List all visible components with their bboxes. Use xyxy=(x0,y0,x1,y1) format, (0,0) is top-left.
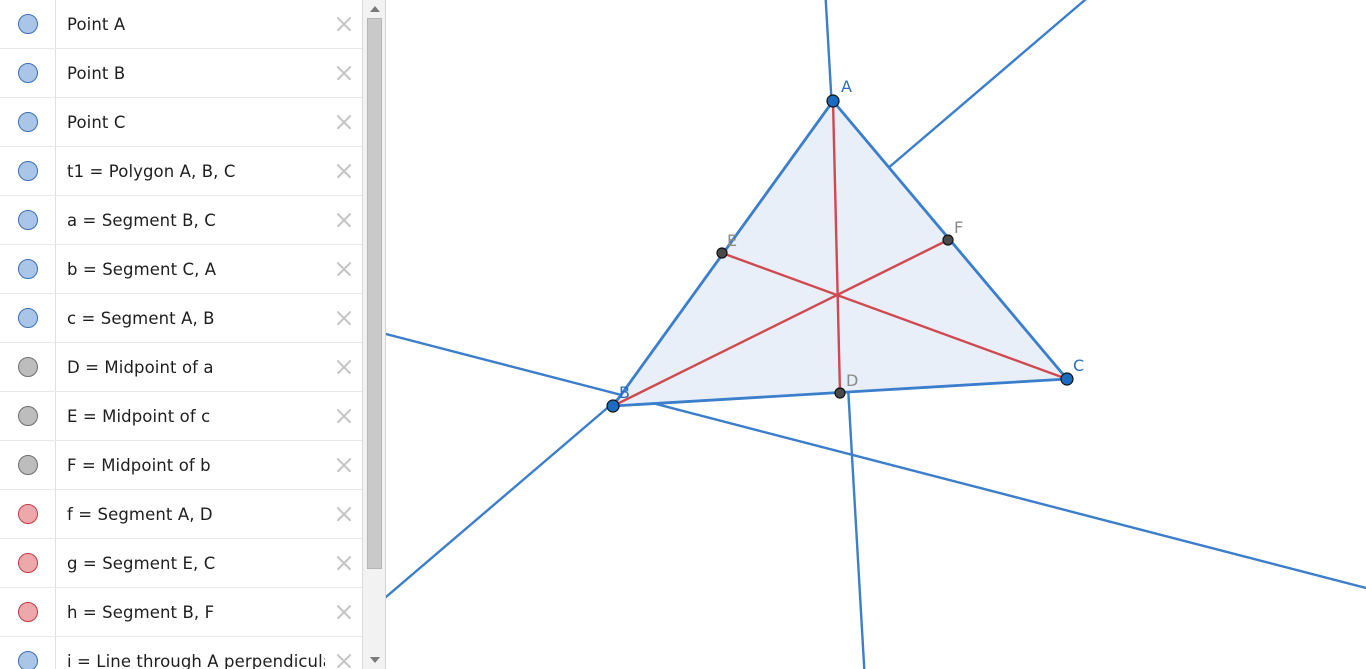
object-color-dot[interactable] xyxy=(17,161,38,181)
visibility-toggle-blue[interactable] xyxy=(0,294,56,342)
algebra-row[interactable]: E = Midpoint of c xyxy=(0,392,363,441)
point-D[interactable] xyxy=(834,387,846,399)
object-color-dot[interactable] xyxy=(17,406,38,426)
point-E[interactable] xyxy=(716,247,728,259)
close-icon[interactable] xyxy=(325,392,363,440)
visibility-toggle-gray[interactable] xyxy=(0,441,56,489)
algebra-row[interactable]: D = Midpoint of a xyxy=(0,343,363,392)
geometry-drawing[interactable]: A B C D E F xyxy=(386,0,1366,669)
close-icon[interactable] xyxy=(325,294,363,342)
algebra-view-sidebar: Point A Point B Point C t1 = Polygon A, B, … xyxy=(0,0,386,669)
point-F[interactable] xyxy=(942,234,954,246)
point-B[interactable] xyxy=(606,399,620,413)
algebra-rows-list[interactable]: Point A Point B Point C t1 = Polygon A, B, … xyxy=(0,0,363,669)
visibility-toggle-gray[interactable] xyxy=(0,392,56,440)
algebra-row-label: g = Segment E, C xyxy=(67,553,216,573)
sidebar-scrollbar[interactable] xyxy=(362,0,385,669)
visibility-toggle-blue[interactable] xyxy=(0,196,56,244)
close-icon[interactable] xyxy=(325,245,363,293)
algebra-row[interactable]: Point B xyxy=(0,49,363,98)
close-icon[interactable] xyxy=(325,147,363,195)
point-label-A: A xyxy=(841,77,852,96)
close-icon[interactable] xyxy=(325,0,363,48)
object-color-dot[interactable] xyxy=(17,259,38,279)
close-icon[interactable] xyxy=(325,98,363,146)
visibility-toggle-gray[interactable] xyxy=(0,343,56,391)
object-color-dot[interactable] xyxy=(17,455,38,475)
algebra-row-label: i = Line through A perpendicular to a xyxy=(67,651,325,669)
close-icon[interactable] xyxy=(325,588,363,636)
object-color-dot[interactable] xyxy=(17,14,38,34)
object-color-dot[interactable] xyxy=(17,553,38,573)
point-label-D: D xyxy=(846,371,858,390)
object-color-dot[interactable] xyxy=(17,504,38,524)
algebra-row-label: D = Midpoint of a xyxy=(67,357,214,377)
visibility-toggle-red[interactable] xyxy=(0,490,56,538)
close-icon[interactable] xyxy=(325,49,363,97)
algebra-row[interactable]: g = Segment E, C xyxy=(0,539,363,588)
algebra-row[interactable]: h = Segment B, F xyxy=(0,588,363,637)
point-C[interactable] xyxy=(1060,372,1074,386)
scrollbar-thumb[interactable] xyxy=(367,18,382,569)
point-label-E: E xyxy=(727,231,737,250)
object-color-dot[interactable] xyxy=(17,63,38,83)
scrollbar-track[interactable] xyxy=(363,18,385,651)
point-label-B: B xyxy=(619,383,630,402)
visibility-toggle-red[interactable] xyxy=(0,539,56,587)
visibility-toggle-red[interactable] xyxy=(0,588,56,636)
object-color-dot[interactable] xyxy=(17,602,38,622)
algebra-row-label: Point C xyxy=(67,112,126,132)
close-icon[interactable] xyxy=(325,196,363,244)
algebra-row-label: t1 = Polygon A, B, C xyxy=(67,161,236,181)
visibility-toggle-blue[interactable] xyxy=(0,147,56,195)
algebra-row-label: f = Segment A, D xyxy=(67,504,213,524)
close-icon[interactable] xyxy=(325,539,363,587)
visibility-toggle-blue[interactable] xyxy=(0,245,56,293)
algebra-row-label: b = Segment C, A xyxy=(67,259,217,279)
close-icon[interactable] xyxy=(325,490,363,538)
algebra-row-label: Point A xyxy=(67,14,126,34)
chevron-up-glyph xyxy=(369,6,380,12)
object-color-dot[interactable] xyxy=(17,651,38,669)
visibility-toggle-blue[interactable] xyxy=(0,0,56,48)
point-label-F: F xyxy=(954,218,963,237)
algebra-row[interactable]: Point C xyxy=(0,98,363,147)
close-icon[interactable] xyxy=(325,441,363,489)
algebra-row[interactable]: f = Segment A, D xyxy=(0,490,363,539)
visibility-toggle-blue[interactable] xyxy=(0,98,56,146)
algebra-row[interactable]: Point A xyxy=(0,0,363,49)
algebra-row-label: E = Midpoint of c xyxy=(67,406,211,426)
scroll-up-arrow-icon[interactable] xyxy=(363,0,385,18)
object-color-dot[interactable] xyxy=(17,112,38,132)
visibility-toggle-blue[interactable] xyxy=(0,49,56,97)
graphics-view-canvas[interactable]: A B C D E F xyxy=(386,0,1366,669)
algebra-row-label: c = Segment A, B xyxy=(67,308,215,328)
algebra-row-label: Point B xyxy=(67,63,126,83)
algebra-row[interactable]: a = Segment B, C xyxy=(0,196,363,245)
close-icon[interactable] xyxy=(325,343,363,391)
algebra-row[interactable]: i = Line through A perpendicular to a xyxy=(0,637,363,669)
close-icon[interactable] xyxy=(325,637,363,669)
algebra-row-label: F = Midpoint of b xyxy=(67,455,211,475)
object-color-dot[interactable] xyxy=(17,308,38,328)
chevron-down-glyph xyxy=(369,657,380,663)
geogebra-app: Point A Point B Point C t1 = Polygon A, B, … xyxy=(0,0,1366,669)
object-color-dot[interactable] xyxy=(17,210,38,230)
algebra-row[interactable]: b = Segment C, A xyxy=(0,245,363,294)
algebra-row-label: a = Segment B, C xyxy=(67,210,216,230)
algebra-row[interactable]: c = Segment A, B xyxy=(0,294,363,343)
visibility-toggle-blue[interactable] xyxy=(0,637,56,669)
scroll-down-arrow-icon[interactable] xyxy=(363,651,385,669)
object-color-dot[interactable] xyxy=(17,357,38,377)
point-A[interactable] xyxy=(826,94,840,108)
algebra-row-label: h = Segment B, F xyxy=(67,602,215,622)
algebra-row[interactable]: F = Midpoint of b xyxy=(0,441,363,490)
algebra-row[interactable]: t1 = Polygon A, B, C xyxy=(0,147,363,196)
point-label-C: C xyxy=(1073,356,1084,375)
